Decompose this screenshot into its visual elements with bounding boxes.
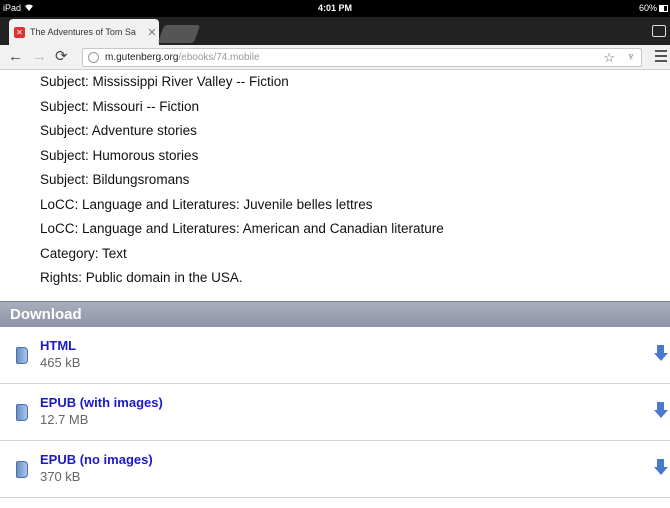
status-time: 4:01 PM	[317, 3, 352, 13]
url-domain: m.gutenberg.org	[105, 52, 179, 63]
page-content: Subject: Mississippi River Valley -- Fic…	[0, 70, 670, 508]
url-path: /ebooks/74.mobile	[178, 52, 260, 63]
battery-icon	[659, 4, 668, 12]
forward-arrow-icon[interactable]: →	[32, 48, 47, 66]
tab-title: The Adventures of Tom Sa	[30, 27, 136, 37]
download-link[interactable]: EPUB (with images)	[40, 395, 163, 410]
metadata-row: Subject: Adventure stories	[40, 123, 197, 138]
metadata-row: Subject: Mississippi River Valley -- Fic…	[40, 74, 289, 89]
download-item-epub-no-images[interactable]: EPUB (no images) 370 kB	[0, 441, 670, 498]
metadata-row: LoCC: Language and Literatures: American…	[40, 221, 444, 236]
globe-icon	[88, 52, 99, 63]
status-right: 60%	[639, 3, 668, 13]
menu-icon[interactable]	[655, 50, 667, 65]
new-tab-button[interactable]	[157, 25, 201, 43]
metadata-row: Subject: Missouri -- Fiction	[40, 98, 200, 114]
book-icon	[16, 461, 28, 478]
file-size: 465 kB	[40, 355, 81, 370]
address-bar[interactable]: m.gutenberg.org/ebooks/74.mobile ☆ ♆	[82, 48, 642, 67]
download-arrow-icon[interactable]	[654, 402, 668, 419]
metadata-row: Subject: Bildungsromans	[40, 172, 190, 187]
download-link[interactable]: EPUB (no images)	[40, 452, 153, 467]
tab-close-icon[interactable]: ✕	[145, 26, 159, 39]
book-icon	[16, 347, 28, 364]
file-size: 370 kB	[40, 469, 81, 484]
download-arrow-icon[interactable]	[654, 345, 668, 362]
gutenberg-favicon-icon: ✕	[14, 26, 25, 38]
download-link[interactable]: HTML	[40, 338, 76, 353]
ios-status-bar: iPad 4:01 PM 60%	[0, 0, 670, 17]
download-item-epub-images[interactable]: EPUB (with images) 12.7 MB	[0, 384, 670, 441]
metadata-row: Subject: Humorous stories	[40, 147, 199, 163]
tab-active[interactable]: ✕ The Adventures of Tom Sa ✕	[9, 19, 159, 45]
tab-strip: ✕ The Adventures of Tom Sa ✕	[0, 17, 670, 45]
reload-icon[interactable]: ⟳	[55, 48, 68, 66]
metadata-row: Rights: Public domain in the USA.	[40, 270, 243, 285]
download-section-header: Download	[0, 301, 670, 327]
metadata-row: Category: Text	[40, 245, 127, 261]
metadata-row: LoCC: Language and Literatures: Juvenile…	[40, 196, 373, 212]
browser-toolbar: ← → ⟳ m.gutenberg.org/ebooks/74.mobile ☆…	[0, 45, 670, 70]
microphone-icon[interactable]: ♆	[627, 49, 635, 66]
file-size: 12.7 MB	[40, 412, 89, 427]
battery-percent: 60%	[638, 3, 657, 13]
download-arrow-icon[interactable]	[654, 459, 668, 476]
book-metadata-list: Subject: Mississippi River Valley -- Fic…	[0, 70, 670, 291]
tab-switcher-icon[interactable]	[652, 25, 666, 37]
bookmark-star-icon[interactable]: ☆	[603, 49, 615, 66]
book-icon	[16, 404, 28, 421]
back-arrow-icon[interactable]: ←	[8, 48, 23, 66]
download-item-html[interactable]: HTML 465 kB	[0, 327, 670, 384]
